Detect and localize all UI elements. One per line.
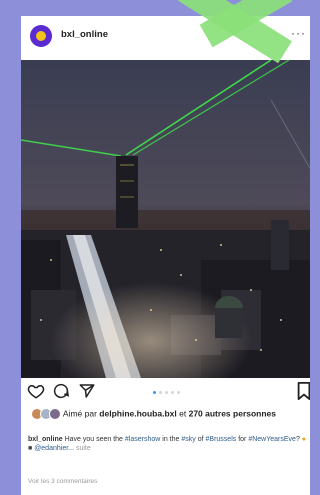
heart-icon[interactable] xyxy=(27,382,45,400)
hashtag-link[interactable]: #lasershow xyxy=(125,436,160,443)
share-icon[interactable] xyxy=(78,382,96,400)
liker-username[interactable]: delphine.houba.bxl xyxy=(99,408,176,418)
carousel-dot xyxy=(159,391,162,394)
hashtag-link[interactable]: #NewYearsEve xyxy=(248,436,296,443)
likes-summary: Aimé par delphine.houba.bxl et 270 autre… xyxy=(31,408,303,420)
hashtag-link[interactable]: #sky xyxy=(181,436,195,443)
carousel-dot xyxy=(153,391,156,394)
likes-prefix: Aimé par xyxy=(62,408,97,419)
carousel-dot xyxy=(165,391,168,394)
liker-avatars[interactable] xyxy=(31,408,61,420)
carousel-dot xyxy=(171,391,174,394)
username[interactable]: bxl_online xyxy=(61,29,108,40)
emoji-icon: ● xyxy=(301,436,307,443)
more-icon[interactable]: ··· xyxy=(291,26,306,40)
caption-text: for xyxy=(238,436,247,443)
carousel-dot xyxy=(177,391,180,394)
read-more-link[interactable]: suite xyxy=(76,445,91,452)
avatar-logo xyxy=(36,31,46,41)
avatar xyxy=(49,408,61,420)
carousel-indicator xyxy=(153,391,180,394)
post-caption: bxl_online Have you seen the #lasershow … xyxy=(28,435,308,453)
bookmark-icon[interactable] xyxy=(297,382,310,400)
hashtag-link[interactable]: #Brussels xyxy=(206,436,237,443)
caption-text: ? xyxy=(295,436,300,443)
likes-middle: et xyxy=(179,408,187,419)
likes-suffix[interactable]: personnes xyxy=(233,408,276,418)
avatar[interactable] xyxy=(30,25,52,47)
likes-count[interactable]: 270 autres xyxy=(189,408,231,418)
caption-author[interactable]: bxl_online xyxy=(28,436,63,443)
post-photo[interactable] xyxy=(21,60,310,378)
caption-text: Have you seen the xyxy=(64,436,123,443)
camera-emoji-icon: ■ xyxy=(28,445,33,452)
comment-icon[interactable] xyxy=(52,382,70,400)
mention-link[interactable]: @edanhier... xyxy=(34,445,74,452)
caption-text: of xyxy=(197,436,204,443)
post-actions xyxy=(21,382,310,404)
instagram-post-card: bxl_online ··· Aimé par delphine.houba.b… xyxy=(21,16,310,495)
caption-text: in the xyxy=(162,436,180,443)
view-comments-link[interactable]: Voir les 3 commentaires xyxy=(28,478,97,485)
